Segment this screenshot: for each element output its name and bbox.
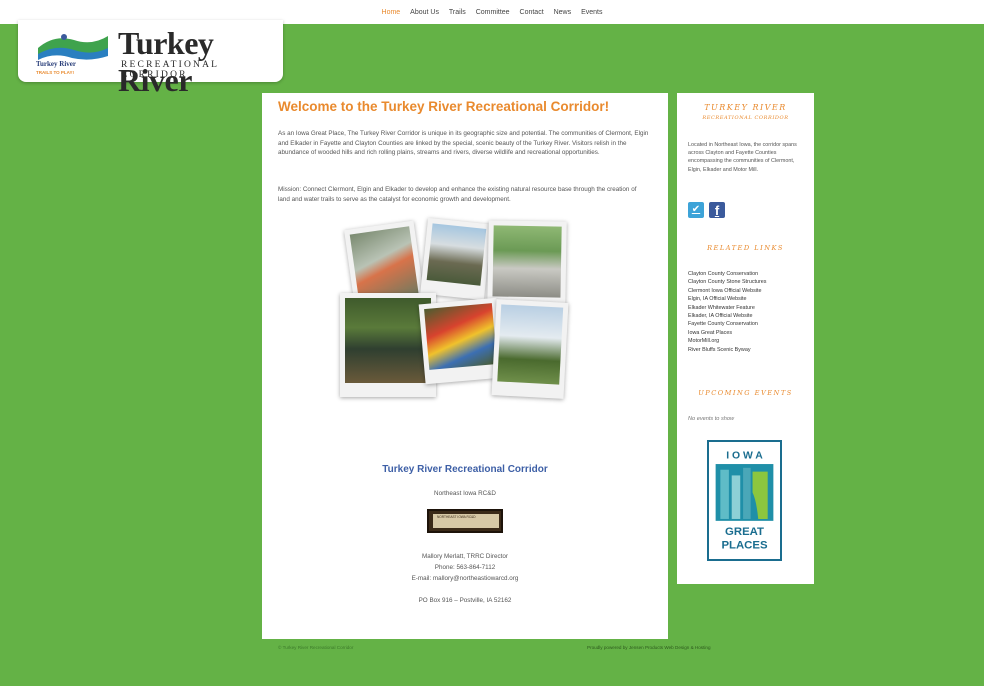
iowa-logo-places: PLACES: [721, 539, 767, 551]
logo-mark-tagline: TRAILS TO PLAY!: [36, 70, 75, 75]
list-item: Clermont Iowa Official Website: [688, 287, 767, 295]
phone-number: Phone: 563-864-7112: [434, 564, 496, 571]
iowa-logo-great: GREAT: [725, 526, 764, 538]
footer-copyright: © Turkey River Recreational Corridor: [278, 645, 354, 650]
email-address[interactable]: E-mail: mallory@northeastiowarcd.org: [262, 575, 668, 582]
main-content: Welcome to the Turkey River Recreational…: [262, 93, 668, 639]
nav-committee[interactable]: Committee: [476, 9, 510, 16]
list-item: Clayton County Stone Structures: [688, 278, 767, 286]
list-item: River Bluffs Scenic Byway: [688, 346, 767, 354]
nav-trails[interactable]: Trails: [449, 9, 466, 16]
link-river-bluffs-scenic-byway[interactable]: River Bluffs Scenic Byway: [688, 347, 751, 353]
iowa-great-places-logo[interactable]: I O W A GREAT PLACES: [707, 440, 782, 561]
northeast-iowa-rcd-logo[interactable]: NORTHEAST IOWA RC&D: [427, 509, 503, 533]
list-item: Clayton County Conservation: [688, 270, 767, 278]
sidebar-intro: Located in Northeast Iowa, the corridor …: [688, 142, 797, 173]
nav-events[interactable]: Events: [581, 9, 602, 16]
intro-paragraph: As an Iowa Great Place, The Turkey River…: [278, 130, 649, 157]
photo-collage: [338, 217, 570, 403]
upcoming-events-heading: UPCOMING EVENTS: [698, 389, 793, 397]
link-iowa-great-places[interactable]: Iowa Great Places: [688, 330, 732, 336]
mailing-address: PO Box 916 – Postville, IA 52162: [418, 597, 512, 604]
nav-contact[interactable]: Contact: [520, 9, 544, 16]
site-logo[interactable]: Turkey River TRAILS TO PLAY! Turkey Rive…: [18, 20, 283, 98]
director-name: Mallory Merlatt, TRRC Director: [422, 553, 508, 560]
photo-river-bridge: [420, 217, 492, 301]
logo-mark-title: Turkey River: [36, 60, 76, 68]
no-events-message: No events to show: [688, 416, 735, 422]
list-item: MotorMill.org: [688, 337, 767, 345]
list-item: Iowa Great Places: [688, 329, 767, 337]
sidebar: TURKEY RIVER RECREATIONAL CORRIDOR Locat…: [677, 93, 814, 584]
contact-heading: Turkey River Recreational Corridor: [382, 464, 548, 475]
link-motormill[interactable]: MotorMill.org: [688, 338, 719, 344]
list-item: Elgin, IA Official Website: [688, 295, 767, 303]
link-fayette-county-conservation[interactable]: Fayette County Conservation: [688, 321, 758, 327]
list-item: Elkader, IA Official Website: [688, 312, 767, 320]
facebook-icon[interactable]: f: [709, 202, 725, 218]
nav-about-us[interactable]: About Us: [410, 9, 439, 16]
iowa-logo-top-text: I O W A: [726, 450, 763, 461]
sidebar-title: TURKEY RIVER: [704, 103, 787, 112]
photo-kiosk: [491, 299, 569, 399]
river-logo-icon: Turkey River TRAILS TO PLAY!: [34, 28, 112, 76]
link-elkader-whitewater[interactable]: Elkader Whitewater Feature: [688, 305, 755, 311]
footer-credit[interactable]: Proudly powered by Jensen Products Web D…: [587, 645, 711, 650]
sidebar-subtitle: RECREATIONAL CORRIDOR: [702, 115, 789, 121]
rcd-logo-text: NORTHEAST IOWA RC&D: [437, 515, 476, 519]
org-name: Northeast Iowa RC&D: [434, 490, 496, 497]
related-links-heading: RELATED LINKS: [707, 244, 784, 252]
link-clayton-county-stone-structures[interactable]: Clayton County Stone Structures: [688, 279, 767, 285]
main-nav: Home About Us Trails Committee Contact N…: [0, 9, 984, 16]
link-clermont-iowa[interactable]: Clermont Iowa Official Website: [688, 288, 762, 294]
logo-subtitle: RECREATIONAL CORRIDOR: [121, 60, 219, 80]
list-item: Fayette County Conservation: [688, 320, 767, 328]
related-links-list: Clayton County Conservation Clayton Coun…: [688, 270, 767, 354]
link-elkader-ia[interactable]: Elkader, IA Official Website: [688, 313, 753, 319]
photo-kayaks: [418, 297, 504, 385]
nav-news[interactable]: News: [554, 9, 572, 16]
photo-trail-bridge: [487, 220, 567, 312]
mission-paragraph: Mission: Connect Clermont, Elgin and Elk…: [278, 186, 637, 203]
twitter-icon[interactable]: ✔: [688, 202, 704, 218]
nav-home[interactable]: Home: [382, 9, 401, 16]
link-elgin-ia[interactable]: Elgin, IA Official Website: [688, 296, 747, 302]
page-title: Welcome to the Turkey River Recreational…: [278, 99, 610, 114]
list-item: Elkader Whitewater Feature: [688, 304, 767, 312]
link-clayton-county-conservation[interactable]: Clayton County Conservation: [688, 271, 758, 277]
